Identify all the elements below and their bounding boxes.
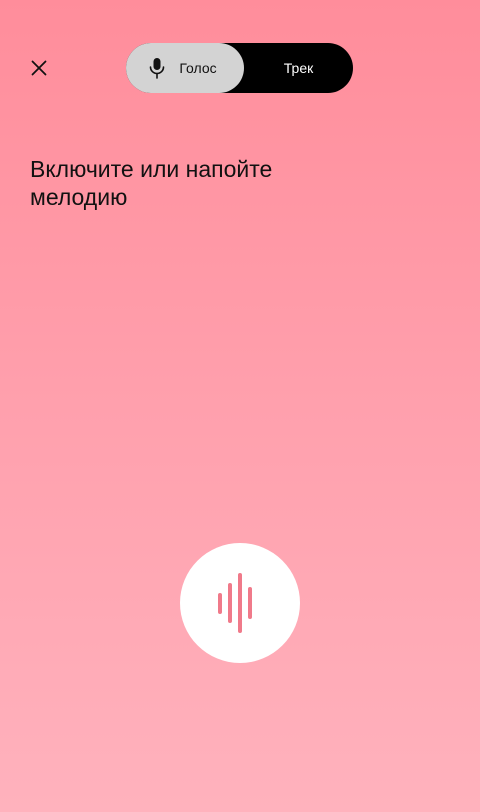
tab-voice[interactable]: Голос xyxy=(126,43,244,93)
sound-wave-icon xyxy=(218,573,252,633)
tab-track-label: Трек xyxy=(283,60,314,76)
close-icon xyxy=(31,60,47,76)
mode-toggle: Голос Трек xyxy=(126,43,353,93)
prompt-heading: Включите или напойте мелодию xyxy=(30,156,273,210)
listen-button[interactable] xyxy=(180,543,300,663)
tab-voice-label: Голос xyxy=(179,60,217,76)
close-button[interactable] xyxy=(27,56,51,80)
microphone-icon xyxy=(149,57,165,79)
tab-track[interactable]: Трек xyxy=(244,43,353,93)
